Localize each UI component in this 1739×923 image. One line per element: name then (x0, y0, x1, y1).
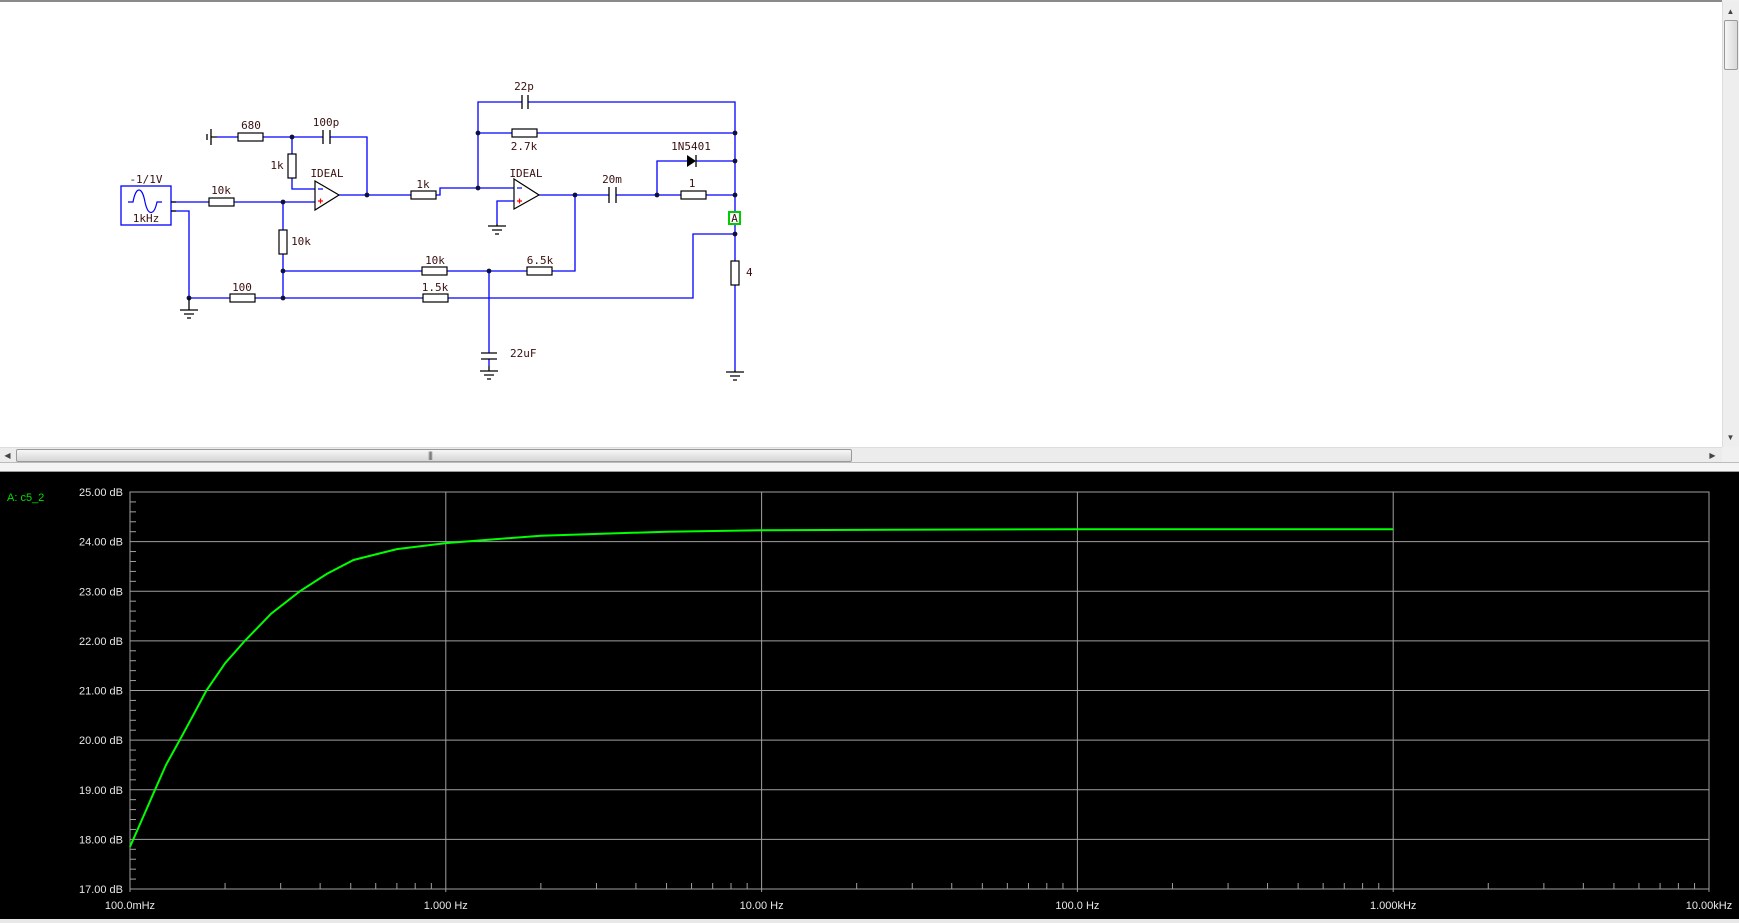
y-tick-label: 20.00 dB (79, 735, 123, 747)
y-tick-label: 21.00 dB (79, 686, 123, 698)
y-tick-label: 17.00 dB (79, 884, 123, 896)
y-tick-label: 22.00 dB (79, 636, 123, 648)
x-tick-label: 100.0 Hz (1055, 900, 1099, 912)
y-tick-label: 24.00 dB (79, 537, 123, 549)
graph-panel[interactable]: A: c5_2 25.00 dB 24.00 dB 23.00 dB 22.00 dB… (0, 472, 1739, 919)
y-tick-label: 23.00 dB (79, 586, 123, 598)
x-tick-label: 1.000 Hz (424, 900, 468, 912)
status-strip (0, 919, 1739, 923)
x-tick-label: 10.00 Hz (740, 900, 784, 912)
y-tick-label: 19.00 dB (79, 785, 123, 797)
y-tick-label: 25.00 dB (79, 487, 123, 499)
x-tick-label: 100.0mHz (105, 900, 155, 912)
bode-plot[interactable]: 25.00 dB 24.00 dB 23.00 dB 22.00 dB 21.00 dB… (0, 0, 1739, 923)
y-tick-label: 18.00 dB (79, 834, 123, 846)
x-tick-label: 10.00kHz (1686, 900, 1732, 912)
x-tick-label: 1.000kHz (1370, 900, 1416, 912)
